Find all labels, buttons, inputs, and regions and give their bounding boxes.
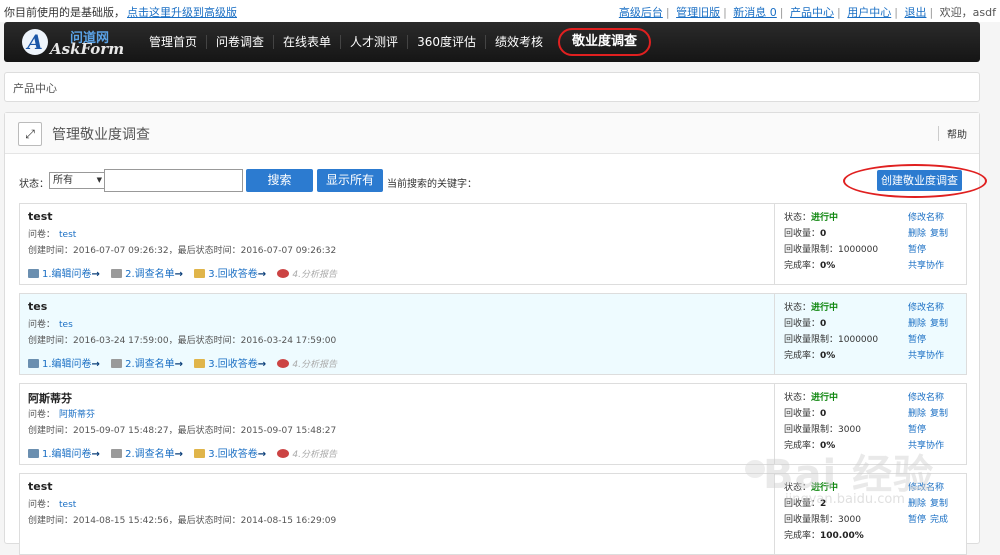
questionnaire-link[interactable]: test — [59, 500, 76, 510]
copy-link[interactable]: 复制 — [930, 319, 948, 329]
page-title: 管理敬业度调查 — [52, 127, 150, 143]
show-all-button[interactable]: 显示所有 — [317, 169, 383, 192]
survey-title: 阿斯蒂芬 — [28, 392, 72, 405]
link-old-admin[interactable]: 管理旧版 — [676, 6, 720, 19]
status-select[interactable]: 所有 ▼ — [49, 172, 106, 189]
watermark-url: jingyan.baidu.com — [785, 492, 905, 507]
current-keyword-label: 当前搜索的关键字： — [387, 179, 477, 190]
copy-link[interactable]: 复制 — [930, 409, 948, 419]
chart-icon — [277, 269, 290, 278]
logo-en: AskForm — [50, 40, 125, 58]
rename-link[interactable]: 修改名称 — [908, 303, 944, 313]
top-info-bar: 你目前使用的是基础版， 点击这里升级到高级版 高级后台 | 管理旧版 | 新消息 0 |… — [0, 0, 1000, 22]
baidu-watermark: Bai 经验 jingyan.baidu.com — [745, 432, 975, 527]
questionnaire-link[interactable]: test — [59, 230, 76, 240]
survey-times: 创建时间：2016-03-24 17:59:00，最后状态时间：2016-03-… — [28, 336, 337, 346]
mail-icon — [194, 269, 206, 278]
survey-title: test — [28, 480, 53, 493]
nav-talent[interactable]: 人才测评 — [341, 35, 409, 49]
nav-home[interactable]: 管理首页 — [140, 35, 208, 49]
edit-icon — [28, 359, 39, 368]
chart-icon — [277, 359, 290, 368]
survey-steps: 1.编辑问卷→ 2.调查名单→ 3.回收答卷→ 4.分析报告 — [28, 265, 345, 280]
pause-link[interactable]: 暂停 — [908, 335, 926, 345]
step-list[interactable]: 2.调查名单→ — [111, 445, 183, 460]
survey-steps: 1.编辑问卷→ 2.调查名单→ 3.回收答卷→ 4.分析报告 — [28, 445, 345, 460]
step-edit[interactable]: 1.编辑问卷→ — [28, 265, 100, 280]
nav-engagement-active[interactable]: 敬业度调查 — [557, 28, 651, 56]
survey-row: test 问卷： test 创建时间：2016-07-07 09:26:32，最后… — [19, 203, 967, 285]
expand-icon[interactable]: ⤢ — [18, 122, 42, 146]
survey-row: tes 问卷： tes 创建时间：2016-03-24 17:59:00，最后状态… — [19, 293, 967, 375]
step-report: 4.分析报告 — [277, 267, 337, 280]
survey-title: test — [28, 210, 53, 223]
nav-performance[interactable]: 绩效考核 — [486, 35, 552, 49]
status-value: 进行中 — [811, 213, 839, 223]
panel-header: ⤢ 管理敬业度调查 帮助 — [5, 113, 979, 154]
step-edit[interactable]: 1.编辑问卷→ — [28, 355, 100, 370]
link-user-center[interactable]: 用户中心 — [847, 6, 891, 19]
link-advanced-admin[interactable]: 高级后台 — [619, 6, 663, 19]
breadcrumb-product-center[interactable]: 产品中心 — [13, 80, 57, 96]
survey-times: 创建时间：2016-07-07 09:26:32，最后状态时间：2016-07-… — [28, 246, 337, 256]
paw-icon — [745, 460, 765, 478]
nav-form[interactable]: 在线表单 — [274, 35, 342, 49]
step-edit[interactable]: 1.编辑问卷→ — [28, 445, 100, 460]
nav-survey[interactable]: 问卷调查 — [207, 35, 275, 49]
step-list[interactable]: 2.调查名单→ — [111, 355, 183, 370]
pause-link[interactable]: 暂停 — [908, 245, 926, 255]
search-button[interactable]: 搜索 — [246, 169, 313, 192]
edit-icon — [28, 269, 39, 278]
questionnaire-link[interactable]: tes — [59, 320, 73, 330]
share-link[interactable]: 共享协作 — [908, 351, 944, 361]
copy-link[interactable]: 复制 — [930, 229, 948, 239]
askform-logo[interactable]: A 问道网 AskForm — [16, 26, 126, 58]
rename-link[interactable]: 修改名称 — [908, 393, 944, 403]
survey-title: tes — [28, 300, 48, 313]
filter-bar: 状态： 所有 ▼ 搜索 显示所有 当前搜索的关键字： 创建敬业度调查 — [19, 164, 987, 198]
delete-link[interactable]: 删除 — [908, 409, 926, 419]
version-notice: 你目前使用的是基础版， 点击这里升级到高级版 — [4, 4, 237, 20]
version-text: 你目前使用的是基础版， — [4, 6, 125, 19]
breadcrumb: 产品中心 — [4, 72, 980, 102]
mail-icon — [194, 449, 206, 458]
survey-steps: 1.编辑问卷→ 2.调查名单→ 3.回收答卷→ 4.分析报告 — [28, 355, 345, 370]
list-icon — [111, 449, 123, 458]
step-collect[interactable]: 3.回收答卷→ — [194, 355, 266, 370]
help-link[interactable]: 帮助 — [938, 126, 967, 141]
nav-items: 管理首页 问卷调查 在线表单 人才测评 360度评估 绩效考核 敬业度调查 — [140, 22, 651, 62]
status-value: 进行中 — [811, 393, 839, 403]
link-messages[interactable]: 新消息 0 — [733, 6, 777, 19]
questionnaire-link[interactable]: 阿斯蒂芬 — [59, 410, 95, 420]
step-report: 4.分析报告 — [277, 357, 337, 370]
link-logout[interactable]: 退出 — [904, 6, 926, 19]
welcome-text: 欢迎，asdf — [939, 6, 996, 19]
create-engagement-button[interactable]: 创建敬业度调查 — [877, 170, 962, 191]
delete-link[interactable]: 删除 — [908, 229, 926, 239]
rename-link[interactable]: 修改名称 — [908, 213, 944, 223]
chart-icon — [277, 449, 290, 458]
main-navbar: A 问道网 AskForm 管理首页 问卷调查 在线表单 人才测评 360度评估… — [4, 22, 980, 62]
logo-icon: A — [22, 29, 48, 55]
chevron-down-icon: ▼ — [96, 176, 102, 184]
step-report: 4.分析报告 — [277, 447, 337, 460]
list-icon — [111, 359, 123, 368]
step-collect[interactable]: 3.回收答卷→ — [194, 265, 266, 280]
step-list[interactable]: 2.调查名单→ — [111, 265, 183, 280]
nav-360[interactable]: 360度评估 — [408, 35, 486, 49]
link-product-center[interactable]: 产品中心 — [790, 6, 834, 19]
upgrade-link[interactable]: 点击这里升级到高级版 — [127, 6, 237, 19]
mail-icon — [194, 359, 206, 368]
delete-link[interactable]: 删除 — [908, 319, 926, 329]
edit-icon — [28, 449, 39, 458]
status-value: 进行中 — [811, 303, 839, 313]
status-label: 状态： — [19, 179, 49, 190]
step-collect[interactable]: 3.回收答卷→ — [194, 445, 266, 460]
user-links: 高级后台 | 管理旧版 | 新消息 0 | 产品中心 | 用户中心 | 退出 | 欢迎，as… — [618, 6, 996, 19]
share-link[interactable]: 共享协作 — [908, 261, 944, 271]
survey-times: 创建时间：2015-09-07 15:48:27，最后状态时间：2015-09-… — [28, 426, 337, 436]
keyword-input[interactable] — [104, 169, 243, 192]
list-icon — [111, 269, 123, 278]
survey-times: 创建时间：2014-08-15 15:42:56，最后状态时间：2014-08-… — [28, 516, 337, 526]
